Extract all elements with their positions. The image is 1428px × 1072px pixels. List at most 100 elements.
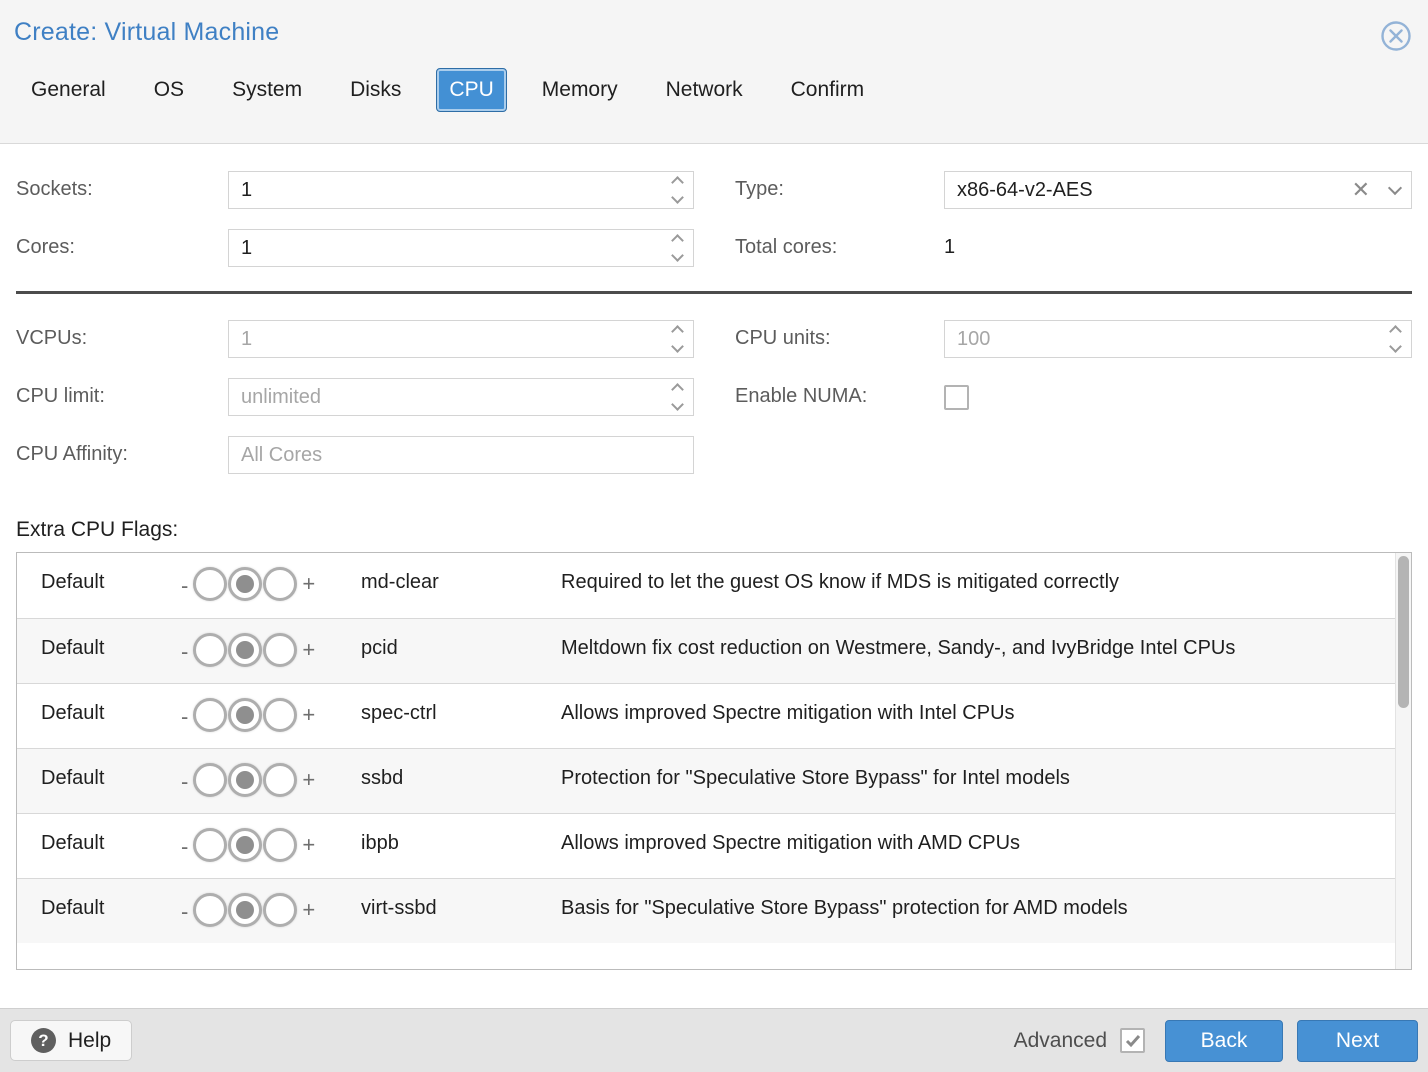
create-vm-dialog: Create: Virtual Machine General OS Syste… xyxy=(0,0,1428,1072)
tab-cpu[interactable]: CPU xyxy=(436,68,506,112)
slider-pos-default[interactable] xyxy=(228,698,262,732)
flags-scrollbar[interactable] xyxy=(1395,553,1411,969)
tristate-slider[interactable]: - + xyxy=(176,633,361,667)
tab-network[interactable]: Network xyxy=(653,68,756,112)
spinner-down-icon[interactable] xyxy=(671,340,684,353)
flag-name: md-clear xyxy=(361,567,561,594)
advanced-label: Advanced xyxy=(1014,1029,1107,1053)
spinner-down-icon[interactable] xyxy=(1389,340,1402,353)
flag-row-ibpb: Default - + ibpb Allows improved Spectre… xyxy=(17,813,1411,878)
spinner-down-icon[interactable] xyxy=(671,191,684,204)
cpu-limit-spinner xyxy=(228,378,694,416)
advanced-checkbox[interactable] xyxy=(1120,1028,1145,1053)
cpu-limit-input[interactable] xyxy=(228,378,694,416)
tristate-slider[interactable]: - + xyxy=(176,893,361,927)
flag-name: ssbd xyxy=(361,763,561,790)
flag-name: pcid xyxy=(361,633,561,660)
flag-row-pcid: Default - + pcid Meltdown fix cost reduc… xyxy=(17,618,1411,683)
spinner-down-icon[interactable] xyxy=(671,249,684,262)
slider-pos-on[interactable] xyxy=(263,567,297,601)
slider-pos-on[interactable] xyxy=(263,828,297,862)
flag-row-spec-ctrl: Default - + spec-ctrl Allows improved Sp… xyxy=(17,683,1411,748)
flag-row-ssbd: Default - + ssbd Protection for "Specula… xyxy=(17,748,1411,813)
cores-spin-triggers xyxy=(673,229,682,267)
slider-pos-off[interactable] xyxy=(193,698,227,732)
flag-name: ibpb xyxy=(361,828,561,855)
slider-knob xyxy=(236,641,254,659)
cpu-type-input[interactable] xyxy=(944,171,1412,209)
extra-cpu-flags-label: Extra CPU Flags: xyxy=(0,494,1428,552)
flag-row-md-clear: Default - + md-clear Required to let the… xyxy=(17,553,1411,618)
cpu-units-spinner xyxy=(944,320,1412,358)
back-button[interactable]: Back xyxy=(1165,1020,1283,1062)
spinner-up-icon[interactable] xyxy=(671,176,684,189)
cpu-advanced-form: VCPUs: CPU units: CPU limit: xyxy=(0,294,1428,474)
flag-description: Protection for "Speculative Store Bypass… xyxy=(561,763,1361,794)
tab-disks[interactable]: Disks xyxy=(337,68,414,112)
slider-pos-on[interactable] xyxy=(263,633,297,667)
tristate-slider[interactable]: - + xyxy=(176,763,361,797)
slider-pos-on[interactable] xyxy=(263,893,297,927)
slider-pos-default[interactable] xyxy=(228,828,262,862)
slider-minus-label: - xyxy=(176,569,193,599)
slider-pos-default[interactable] xyxy=(228,633,262,667)
tab-general[interactable]: General xyxy=(18,68,119,112)
tristate-slider[interactable]: - + xyxy=(176,828,361,862)
tab-confirm[interactable]: Confirm xyxy=(778,68,878,112)
flag-state: Default xyxy=(41,828,176,855)
spinner-up-icon[interactable] xyxy=(671,325,684,338)
next-button[interactable]: Next xyxy=(1297,1020,1418,1062)
chevron-down-icon[interactable] xyxy=(1388,180,1402,194)
sockets-spinner xyxy=(228,171,694,209)
flag-state: Default xyxy=(41,698,176,725)
tab-system[interactable]: System xyxy=(219,68,315,112)
cpu-affinity-input[interactable] xyxy=(228,436,694,474)
cpu-flags-table: Default - + md-clear Required to let the… xyxy=(16,552,1412,970)
slider-pos-on[interactable] xyxy=(263,698,297,732)
tab-os[interactable]: OS xyxy=(141,68,197,112)
vcpus-input[interactable] xyxy=(228,320,694,358)
slider-pos-default[interactable] xyxy=(228,567,262,601)
tristate-slider[interactable]: - + xyxy=(176,698,361,732)
check-icon xyxy=(1125,1034,1141,1048)
flag-description: Allows improved Spectre mitigation with … xyxy=(561,698,1361,729)
sockets-label: Sockets: xyxy=(16,171,228,201)
slider-knob xyxy=(236,836,254,854)
flag-description: Required to let the guest OS know if MDS… xyxy=(561,567,1361,598)
slider-pos-off[interactable] xyxy=(193,893,227,927)
slider-pos-on[interactable] xyxy=(263,763,297,797)
flag-description: Allows improved Spectre mitigation with … xyxy=(561,828,1361,859)
scrollbar-thumb[interactable] xyxy=(1398,556,1409,708)
slider-pos-off[interactable] xyxy=(193,828,227,862)
cpu-units-input[interactable] xyxy=(944,320,1412,358)
enable-numa-label: Enable NUMA: xyxy=(735,378,944,408)
cores-label: Cores: xyxy=(16,229,228,259)
cpu-type-combo: ✕ xyxy=(944,171,1412,209)
tab-memory[interactable]: Memory xyxy=(529,68,631,112)
flag-description: Basis for "Speculative Store Bypass" pro… xyxy=(561,893,1361,924)
flag-state: Default xyxy=(41,893,176,920)
cores-input[interactable] xyxy=(228,229,694,267)
cpu-limit-label: CPU limit: xyxy=(16,378,228,408)
slider-pos-default[interactable] xyxy=(228,893,262,927)
spinner-down-icon[interactable] xyxy=(671,398,684,411)
clear-icon[interactable]: ✕ xyxy=(1352,179,1370,201)
vcpus-spinner xyxy=(228,320,694,358)
slider-knob xyxy=(236,575,254,593)
slider-pos-default[interactable] xyxy=(228,763,262,797)
tristate-slider[interactable]: - + xyxy=(176,567,361,601)
spinner-up-icon[interactable] xyxy=(671,383,684,396)
spinner-up-icon[interactable] xyxy=(1389,325,1402,338)
help-button[interactable]: ? Help xyxy=(10,1020,132,1061)
wizard-tab-bar: General OS System Disks CPU Memory Netwo… xyxy=(14,68,1412,112)
sockets-input[interactable] xyxy=(228,171,694,209)
enable-numa-checkbox[interactable] xyxy=(944,385,969,410)
help-button-label: Help xyxy=(68,1029,111,1053)
slider-pos-off[interactable] xyxy=(193,567,227,601)
slider-knob xyxy=(236,706,254,724)
spinner-up-icon[interactable] xyxy=(671,234,684,247)
close-icon[interactable] xyxy=(1380,20,1412,52)
slider-pos-off[interactable] xyxy=(193,633,227,667)
slider-pos-off[interactable] xyxy=(193,763,227,797)
dialog-footer: ? Help Advanced Back Next xyxy=(0,1008,1428,1072)
